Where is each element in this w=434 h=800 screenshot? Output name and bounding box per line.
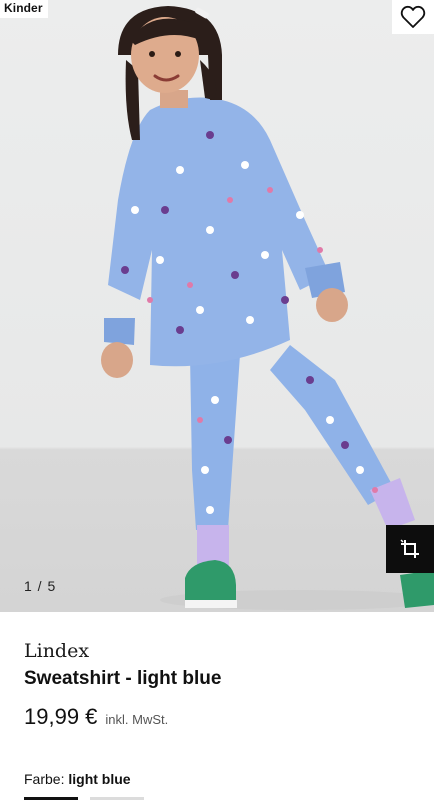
favorite-button[interactable] xyxy=(392,0,434,34)
price-row: 19,99 € inkl. MwSt. xyxy=(24,704,168,730)
crop-button[interactable] xyxy=(386,525,434,573)
color-value: light blue xyxy=(68,771,131,787)
product-image-gallery[interactable]: Kinder 1 / 5 xyxy=(0,0,434,612)
product-title: Sweatshirt - light blue xyxy=(24,668,222,689)
heart-outline-icon xyxy=(400,5,426,28)
crop-icon xyxy=(400,539,419,558)
color-label: Farbe: xyxy=(24,771,65,787)
category-tag: Kinder xyxy=(0,0,48,18)
tax-note: inkl. MwSt. xyxy=(105,712,169,727)
product-photo xyxy=(101,6,434,610)
image-counter: 1 / 5 xyxy=(24,578,57,594)
color-selection-label: Farbe: light blue xyxy=(24,771,131,787)
price: 19,99 € xyxy=(24,704,98,729)
brand-name[interactable]: Lindex xyxy=(24,640,89,662)
